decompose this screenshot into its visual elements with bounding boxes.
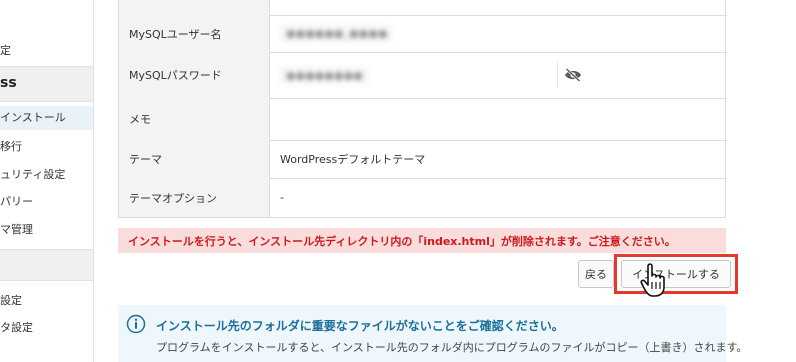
sidebar-item-label: 移行 [0, 140, 22, 153]
table-row-theme: テーマ WordPressデフォルトテーマ [119, 140, 727, 179]
delete-warning-banner: インストールを行うと、インストール先ディレクトリ内の「index.html」が削… [118, 228, 726, 253]
row-label: MySQLユーザー名 [119, 15, 270, 52]
notice-title: インストール先のフォルダに重要なファイルがないことをご確認ください。 [156, 319, 564, 333]
toggle-password-visibility[interactable] [557, 62, 588, 88]
sidebar-item-label: タ設定 [0, 321, 33, 334]
sidebar-item-label: パリー [0, 195, 33, 208]
row-label: テーマオプション [119, 178, 270, 217]
sidebar-item-label: ュリティ設定 [0, 168, 66, 181]
sidebar-item-label: インストール [0, 111, 66, 124]
table-row-memo: メモ [119, 98, 727, 141]
sidebar-section-wordpress: ss [0, 66, 93, 102]
install-confirm-table: MySQLユーザー名 ●●●●●●_●●●● MySQLパスワード ●●●●●●… [118, 0, 727, 218]
mysql-password-value: ●●●●●●●● [280, 66, 369, 84]
row-label: MySQLパスワード [119, 52, 270, 98]
sidebar: 定 ss インストール 移行 ュリティ設定 パリー マ管理 設定 タ設定 [0, 0, 94, 362]
info-icon [126, 314, 146, 334]
back-button[interactable]: 戻る [578, 260, 614, 288]
table-header-cell [119, 0, 270, 15]
sidebar-item-theme-manage[interactable]: マ管理 [0, 221, 93, 237]
notice-body: プログラムをインストールすると、インストール先のフォルダ内にプログラムのファイル… [156, 341, 748, 354]
folder-check-notice: インストール先のフォルダに重要なファイルがないことをご確認ください。 プログラム… [118, 305, 747, 362]
table-cell [270, 0, 727, 15]
sidebar-item-migrate[interactable]: 移行 [0, 138, 93, 154]
row-value: ●●●●●●_●●●● [270, 15, 727, 52]
sidebar-item-security[interactable]: ュリティ設定 [0, 166, 93, 182]
sidebar-item-gallery[interactable]: パリー [0, 193, 93, 209]
row-value [270, 98, 727, 140]
sidebar-item-label: 定 [0, 44, 11, 57]
sidebar-section-title: ss [0, 75, 17, 91]
row-value: ●●●●●●●● [270, 52, 727, 98]
row-label: テーマ [119, 140, 270, 178]
table-row-mysql-password: MySQLパスワード ●●●●●●●● [119, 52, 727, 99]
sidebar-item-settings[interactable]: 設定 [0, 292, 93, 308]
sidebar-item-label: 設定 [0, 294, 22, 307]
install-button-highlight [614, 254, 738, 294]
sidebar-item-data-settings[interactable]: タ設定 [0, 319, 93, 335]
sidebar-section-blank [0, 249, 93, 281]
eye-slash-icon [565, 68, 581, 82]
sidebar-item-install[interactable]: インストール [0, 106, 93, 130]
row-label: メモ [119, 98, 270, 140]
table-row-theme-option: テーマオプション - [119, 178, 727, 217]
table-row-mysql-user: MySQLユーザー名 ●●●●●●_●●●● [119, 15, 727, 53]
row-value: WordPressデフォルトテーマ [280, 153, 426, 166]
table-row [119, 0, 727, 16]
hand-pointer-icon [640, 263, 665, 297]
sidebar-item-setting[interactable]: 定 [0, 42, 93, 58]
sidebar-item-label: マ管理 [0, 223, 33, 236]
mysql-user-value: ●●●●●●_●●●● [280, 25, 394, 42]
row-value: - [280, 191, 284, 204]
